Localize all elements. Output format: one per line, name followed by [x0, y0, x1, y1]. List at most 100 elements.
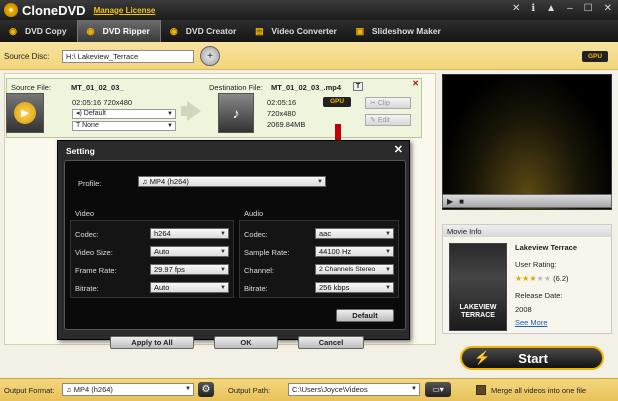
manage-license-link[interactable]: Manage License — [94, 6, 156, 15]
info-icon[interactable]: ℹ — [531, 3, 535, 14]
release-label: Release Date: — [515, 291, 563, 300]
chevron-down-icon: ▼ — [167, 111, 173, 117]
stop-icon[interactable]: ■ — [459, 197, 464, 206]
audio-bitrate-value: 256 kbps — [319, 283, 350, 292]
channel-label: Channel: — [244, 266, 275, 275]
video-size-label: Video Size: — [75, 248, 113, 257]
merge-label: Merge all videos into one file — [491, 386, 587, 395]
convert-arrow-icon — [187, 101, 201, 121]
gpu-accel-badge[interactable]: GPU — [323, 97, 351, 107]
edit-label: Edit — [377, 116, 390, 124]
sample-rate-value: 44100 Hz — [319, 247, 352, 256]
chevron-down-icon: ▼ — [385, 249, 391, 255]
format-settings-button[interactable]: ⚙ — [198, 382, 214, 397]
source-disc-label: Source Disc: — [4, 52, 50, 61]
audio-track-select[interactable]: ◂) Default ▼ — [72, 109, 176, 119]
play-icon: ▶ — [14, 102, 36, 124]
upload-icon[interactable]: ▲ — [546, 3, 556, 14]
default-button[interactable]: Default — [336, 309, 394, 322]
audio-bitrate-select[interactable]: 256 kbps ▼ — [315, 282, 394, 293]
video-codec-label: Codec: — [75, 230, 99, 239]
rating-value: (6.2) — [553, 274, 569, 283]
chevron-down-icon: ▼ — [385, 267, 391, 273]
profile-value: MP4 (h264) — [149, 177, 189, 186]
cancel-button[interactable]: Cancel — [298, 336, 364, 349]
gpu-badge: GPU — [582, 51, 608, 62]
edit-icon: ✎ — [370, 117, 378, 124]
remove-file-icon[interactable]: ✕ — [412, 79, 419, 88]
video-codec-select[interactable]: h264 ▼ — [150, 228, 229, 239]
tab-dvd-copy[interactable]: ◉ DVD Copy — [0, 20, 77, 42]
source-file-name: MT_01_02_03_ — [71, 83, 124, 92]
chevron-down-icon: ▼ — [411, 386, 417, 392]
play-icon[interactable]: ▶ — [447, 197, 453, 206]
disc-icon: ◉ — [169, 25, 178, 36]
channel-value: 2 Channels Stereo — [319, 266, 376, 273]
merge-checkbox[interactable] — [476, 385, 486, 395]
source-disc-bar: Source Disc: H:\ Lakeview_Terrace + GPU — [0, 42, 618, 70]
source-thumbnail[interactable]: ▶ — [6, 93, 44, 133]
see-more-link[interactable]: See More — [515, 318, 548, 327]
device-icon: ♫ — [142, 177, 150, 186]
tools-icon[interactable]: ✕ — [512, 3, 520, 14]
video-preview[interactable] — [442, 74, 612, 210]
disc-icon: ◉ — [86, 25, 95, 36]
chevron-down-icon: ▼ — [220, 249, 226, 255]
star-icon: ★ — [536, 274, 544, 283]
video-heading: Video — [75, 209, 95, 218]
video-size-select[interactable]: Auto ▼ — [150, 246, 229, 257]
file-card[interactable]: Source File: MT_01_02_03_ Destination Fi… — [6, 78, 422, 138]
video-bitrate-label: Bitrate: — [75, 284, 99, 293]
output-format-select[interactable]: ♫ MP4 (h264) ▼ — [62, 383, 194, 396]
tab-video-converter[interactable]: ▤ Video Converter — [246, 20, 347, 42]
audio-heading: Audio — [244, 209, 264, 218]
dest-resolution: 720x480 — [267, 109, 296, 118]
release-value: 2008 — [515, 305, 532, 314]
channel-select[interactable]: 2 Channels Stereo ▼ — [315, 264, 394, 275]
browse-folder-button[interactable]: ▭▾ — [425, 382, 451, 397]
output-device-icon[interactable]: ♪ — [218, 93, 254, 133]
main-nav: ◉ DVD Copy ◉ DVD Ripper ◉ DVD Creator ▤ … — [0, 20, 618, 42]
clip-button[interactable]: ✂ Clip — [365, 97, 411, 109]
output-path-label: Output Path: — [228, 386, 271, 395]
movie-title: Lakeview Terrace — [515, 243, 577, 252]
player-controls: ▶ ■ — [442, 194, 612, 208]
minimize-icon[interactable]: – — [567, 3, 573, 14]
rename-icon[interactable]: T — [353, 82, 363, 91]
output-path-field[interactable]: C:\Users\Joyce\Videos ▼ — [288, 383, 420, 396]
profile-select[interactable]: ♫ MP4 (h264) ▼ — [138, 176, 326, 187]
bottom-bar: Output Format: ♫ MP4 (h264) ▼ ⚙ Output P… — [0, 378, 618, 401]
tab-dvd-creator[interactable]: ◉ DVD Creator — [161, 20, 247, 42]
output-format-label: Output Format: — [4, 386, 55, 395]
add-source-button[interactable]: + — [200, 46, 220, 66]
subtitle-value: None — [82, 122, 99, 129]
ok-button[interactable]: OK — [214, 336, 278, 349]
tab-dvd-ripper[interactable]: ◉ DVD Ripper — [76, 20, 161, 42]
window-controls: ✕ ℹ ▲ – ☐ ✕ — [512, 3, 612, 14]
profile-label: Profile: — [78, 179, 102, 188]
start-button[interactable]: ⚡ Start — [460, 346, 604, 370]
chevron-down-icon: ▼ — [317, 179, 323, 185]
tab-slideshow-maker[interactable]: ▣ Slideshow Maker — [347, 20, 451, 42]
chevron-down-icon: ▼ — [385, 231, 391, 237]
chevron-down-icon: ▼ — [385, 285, 391, 291]
sample-rate-select[interactable]: 44100 Hz ▼ — [315, 246, 394, 257]
video-bitrate-select[interactable]: Auto ▼ — [150, 282, 229, 293]
chevron-down-icon: ▼ — [167, 123, 173, 129]
frame-rate-select[interactable]: 29.97 fps ▼ — [150, 264, 229, 275]
edit-button[interactable]: ✎ Edit — [365, 114, 411, 126]
source-disc-field[interactable]: H:\ Lakeview_Terrace — [62, 50, 194, 63]
disc-icon: ◉ — [9, 25, 17, 36]
subtitle-select[interactable]: T None ▼ — [72, 121, 176, 131]
maximize-icon[interactable]: ☐ — [584, 3, 593, 14]
close-icon[interactable]: ✕ — [604, 3, 612, 14]
output-format-value: MP4 (h264) — [73, 385, 113, 394]
scissors-icon: ✂ — [370, 100, 378, 107]
frame-rate-value: 29.97 fps — [154, 265, 185, 274]
audio-codec-value: aac — [319, 229, 332, 238]
tab-label: Video Converter — [271, 26, 337, 36]
close-icon[interactable]: ✕ — [394, 143, 403, 156]
start-label: Start — [518, 350, 548, 366]
audio-codec-select[interactable]: aac ▼ — [315, 228, 394, 239]
apply-to-all-button[interactable]: Apply to All — [110, 336, 194, 349]
